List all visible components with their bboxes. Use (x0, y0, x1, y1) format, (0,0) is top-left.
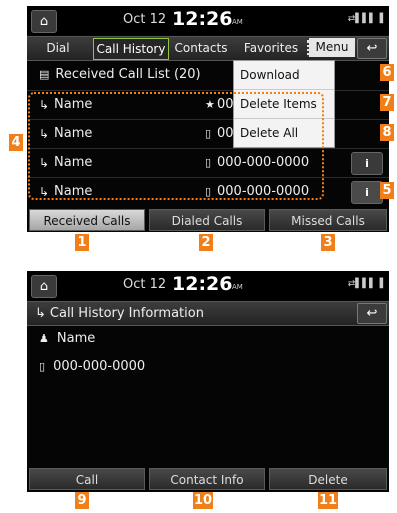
status-ampm: AM (232, 18, 243, 26)
tab-call-history[interactable]: Call History (93, 38, 169, 60)
callout-4: 4 (9, 134, 23, 151)
back-arrow-icon: ↩ (366, 41, 378, 56)
bottom-bar: Call Contact Info Delete (27, 468, 389, 490)
info-button[interactable]: i (351, 181, 383, 204)
status-time: 12:26 (172, 8, 233, 30)
dialed-calls-button[interactable]: Dialed Calls (149, 209, 265, 231)
person-icon: ♟ (39, 332, 49, 345)
mobile-icon: ▯ (39, 360, 46, 373)
status-time: 12:26 (172, 273, 233, 295)
callout-1: 1 (75, 234, 89, 251)
home-button[interactable]: ⌂ (31, 275, 57, 298)
contact-number-row: ▯ 000-000-0000 (39, 359, 145, 374)
title-bar: ↳ Call History Information ↩ (27, 301, 389, 326)
signal-icons: ⇄▌▌▌▐ (347, 14, 383, 24)
call-button[interactable]: Call (29, 468, 145, 490)
contact-info-button[interactable]: Contact Info (149, 468, 265, 490)
received-calls-button[interactable]: Received Calls (29, 209, 145, 231)
callout-10: 10 (193, 492, 213, 509)
back-button[interactable]: ↩ (357, 38, 387, 59)
list-highlight-frame (28, 92, 324, 200)
tab-contacts[interactable]: Contacts (171, 38, 231, 58)
call-history-info-screen: ⌂ Oct 12 12:26 AM ⇄▌▌▌▐ ↳ Call History In… (27, 271, 389, 492)
contact-name: Name (56, 331, 96, 346)
callout-2: 2 (199, 234, 213, 251)
delete-button[interactable]: Delete (269, 468, 387, 490)
home-icon: ⌂ (39, 279, 49, 294)
call-history-icon: ↳ (35, 306, 46, 321)
callout-3: 3 (321, 234, 335, 251)
menu-item-download[interactable]: Download (234, 61, 334, 90)
info-icon: i (365, 157, 369, 170)
home-icon: ⌂ (39, 14, 49, 29)
tab-dial[interactable]: Dial (33, 38, 83, 58)
callout-6: 6 (380, 64, 394, 81)
missed-calls-button[interactable]: Missed Calls (269, 209, 387, 231)
info-icon: i (365, 186, 369, 199)
page-title: Call History Information (49, 306, 204, 321)
status-bar: ⌂ Oct 12 12:26 AM ⇄▌▌▌▐ (27, 271, 389, 300)
callout-5: 5 (380, 182, 394, 199)
tab-bar: Dial Call History Contacts Favorites Men… (27, 36, 389, 61)
back-arrow-icon: ↩ (366, 306, 378, 321)
callout-9: 9 (75, 492, 89, 509)
tab-favorites[interactable]: Favorites (239, 38, 303, 58)
status-bar: ⌂ Oct 12 12:26 AM ⇄▌▌▌▐ (27, 6, 389, 35)
status-date: Oct 12 (123, 277, 167, 292)
menu-button[interactable]: Menu (307, 38, 355, 57)
signal-icons: ⇄▌▌▌▐ (347, 279, 383, 289)
list-title: Received Call List (20) (55, 67, 201, 82)
callout-11: 11 (318, 492, 338, 509)
contact-number: 000-000-0000 (53, 359, 146, 374)
status-ampm: AM (232, 283, 243, 291)
info-button[interactable]: i (351, 152, 383, 175)
home-button[interactable]: ⌂ (31, 10, 57, 33)
list-icon: ▤ (39, 68, 50, 81)
callout-8: 8 (380, 124, 394, 141)
status-date: Oct 12 (123, 12, 167, 27)
contact-name-row: ♟ Name (39, 331, 95, 346)
bottom-bar: Received Calls Dialed Calls Missed Calls (27, 209, 389, 231)
callout-7: 7 (380, 94, 394, 111)
back-button[interactable]: ↩ (357, 303, 387, 324)
